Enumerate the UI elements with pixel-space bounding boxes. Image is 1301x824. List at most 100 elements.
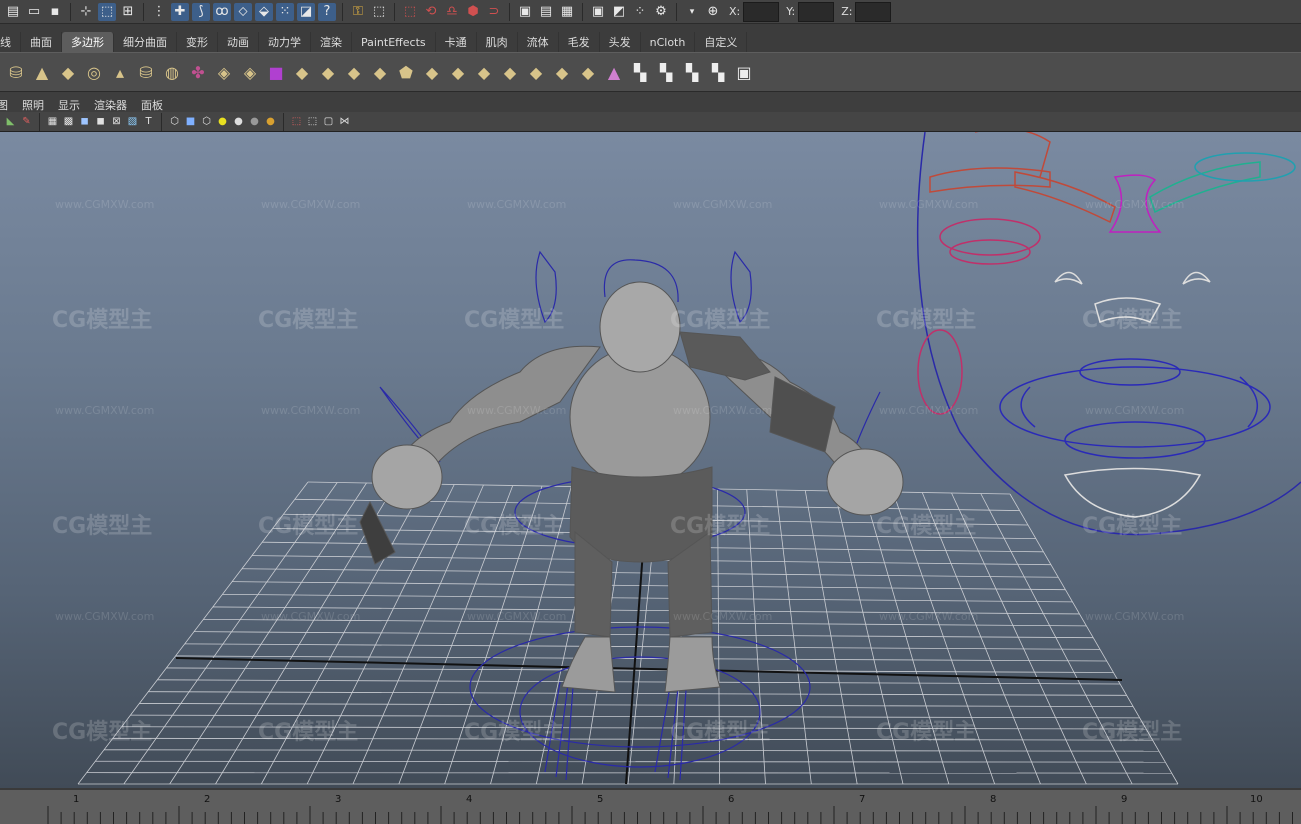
texture-icon[interactable]: ▧ <box>126 115 139 128</box>
cube-c-icon[interactable]: ⬡ <box>200 115 213 128</box>
render-settings-icon[interactable]: ♎ <box>443 3 461 21</box>
clapper-icon[interactable]: ◩ <box>610 3 628 21</box>
tab-surfaces[interactable]: 曲面 <box>21 32 62 52</box>
cone-tool-icon[interactable]: ▲ <box>602 60 626 84</box>
menu-view[interactable]: 视图 <box>0 100 8 112</box>
construction-history-icon[interactable]: ⬚ <box>370 3 388 21</box>
tab-deformation[interactable]: 变形 <box>177 32 218 52</box>
snap-grid-icon[interactable]: ✚ <box>171 2 189 21</box>
hypershade-icon[interactable]: ⬢ <box>464 3 482 21</box>
select-camera-icon[interactable]: ⬚ <box>290 115 303 128</box>
poly-plane-icon[interactable]: ◆ <box>56 60 80 84</box>
smooth-shade-icon[interactable]: ◼ <box>78 115 91 128</box>
combine-icon[interactable]: ✤ <box>186 60 210 84</box>
save-scene-icon[interactable]: ▪ <box>46 3 64 21</box>
toggle-panel-icon[interactable]: ▣ <box>516 3 534 21</box>
tab-painteffects[interactable]: PaintEffects <box>352 32 436 52</box>
tab-ncloth[interactable]: nCloth <box>641 32 696 52</box>
tab-hair[interactable]: 头发 <box>600 32 641 52</box>
uv-unfold-icon[interactable]: ▚ <box>680 60 704 84</box>
tab-subdiv[interactable]: 细分曲面 <box>114 32 177 52</box>
lock-selection-icon[interactable]: ⋮ <box>150 3 168 21</box>
split-icon[interactable]: ⬟ <box>394 60 418 84</box>
numeric-input-icon[interactable]: ⊕ <box>704 3 722 21</box>
snap-plane-icon[interactable]: ⬦ <box>234 2 252 21</box>
render-view-icon[interactable]: ▣ <box>589 3 607 21</box>
extrude-face-icon[interactable]: ◆ <box>290 60 314 84</box>
menu-panels[interactable]: 面板 <box>141 100 163 112</box>
menu-renderer[interactable]: 渲染器 <box>94 100 127 112</box>
cut-faces-icon[interactable]: ◆ <box>446 60 470 84</box>
grid-toggle-icon[interactable]: ▦ <box>46 115 59 128</box>
magnet-icon[interactable]: ⊃ <box>485 3 503 21</box>
collapse-icon[interactable]: ◆ <box>498 60 522 84</box>
tab-curves[interactable]: 线 <box>0 32 21 52</box>
tab-toon[interactable]: 卡通 <box>436 32 477 52</box>
gear-icon[interactable]: ⚙ <box>652 3 670 21</box>
field-chart-icon[interactable]: ⋈ <box>338 115 351 128</box>
render-frame-icon[interactable]: ⬚ <box>401 3 419 21</box>
sphere-white-icon[interactable]: ● <box>232 115 245 128</box>
lights-icon[interactable]: T <box>142 115 155 128</box>
merge-icon[interactable]: ◆ <box>472 60 496 84</box>
smooth-icon[interactable]: ◈ <box>238 60 262 84</box>
tab-custom[interactable]: 自定义 <box>695 32 748 52</box>
help-icon[interactable]: ? <box>318 2 336 21</box>
sphere-yellow-icon[interactable]: ● <box>216 115 229 128</box>
offset-loop-icon[interactable]: ◆ <box>550 60 574 84</box>
tab-fur[interactable]: 毛发 <box>559 32 600 52</box>
triangulate-icon[interactable]: ◆ <box>576 60 600 84</box>
insert-loop-icon[interactable]: ◆ <box>524 60 548 84</box>
cube-b-icon[interactable]: ■ <box>184 115 197 128</box>
poly-pyramid-icon[interactable]: ▴ <box>108 60 132 84</box>
menu-lighting[interactable]: 照明 <box>22 100 44 112</box>
snap-curve-icon[interactable]: ⟆ <box>192 2 210 21</box>
tab-rendering[interactable]: 渲染 <box>311 32 352 52</box>
tab-fluids[interactable]: 流体 <box>518 32 559 52</box>
flat-shade-icon[interactable]: ◼ <box>94 115 107 128</box>
select-component-icon[interactable]: ⊞ <box>119 3 137 21</box>
open-scene-icon[interactable]: ▭ <box>25 3 43 21</box>
perspective-viewport[interactable]: CG模型主 CG模型主 CG模型主 CG模型主 CG模型主 CG模型主 CG模型… <box>0 132 1301 788</box>
sphere-gray-icon[interactable]: ● <box>248 115 261 128</box>
dotted-icon[interactable]: ⁘ <box>631 3 649 21</box>
uv-checker-icon[interactable]: ▚ <box>628 60 652 84</box>
tab-polygons[interactable]: 多边形 <box>62 32 114 52</box>
time-slider[interactable]: 1 2 3 4 5 6 7 8 9 10 <box>0 788 1301 824</box>
channel-box-icon[interactable]: ▦ <box>558 3 576 21</box>
select-hierarchy-icon[interactable]: ⊹ <box>77 3 95 21</box>
append-icon[interactable]: ◆ <box>368 60 392 84</box>
snap-live-icon[interactable]: ⬙ <box>255 2 273 21</box>
poly-torus-icon[interactable]: ◎ <box>82 60 106 84</box>
wireframe-icon[interactable]: ▩ <box>62 115 75 128</box>
extrude-edge-icon[interactable]: ◆ <box>316 60 340 84</box>
snap-surface-icon[interactable]: ◪ <box>297 2 315 21</box>
resolution-gate-icon[interactable]: ▢ <box>322 115 335 128</box>
film-gate-icon[interactable]: ⬚ <box>306 115 319 128</box>
cube-a-icon[interactable]: ⬡ <box>168 115 181 128</box>
bevel-icon[interactable]: ◆ <box>420 60 444 84</box>
new-scene-icon[interactable]: ▤ <box>4 3 22 21</box>
tab-animation[interactable]: 动画 <box>218 32 259 52</box>
snap-point-icon[interactable]: ꝏ <box>213 2 231 21</box>
toggle-attr-icon[interactable]: ▤ <box>537 3 555 21</box>
poly-cylinder-icon[interactable]: ⛁ <box>4 60 28 84</box>
bookmark-icon[interactable]: ✎ <box>20 115 33 128</box>
sculpt-sphere-icon[interactable]: ◍ <box>160 60 184 84</box>
tab-muscle[interactable]: 肌肉 <box>477 32 518 52</box>
sphere-gold-icon[interactable]: ● <box>264 115 277 128</box>
select-object-icon[interactable]: ⬚ <box>98 2 116 21</box>
poly-cone-icon[interactable]: ▲ <box>30 60 54 84</box>
poly-pipe-icon[interactable]: ⛁ <box>134 60 158 84</box>
snap-view-icon[interactable]: ⁙ <box>276 2 294 21</box>
dropdown-arrow-icon[interactable]: ▾ <box>683 3 701 21</box>
bounding-box-icon[interactable]: ⊠ <box>110 115 123 128</box>
separate-icon[interactable]: ◈ <box>212 60 236 84</box>
tab-dynamics[interactable]: 动力学 <box>259 32 311 52</box>
bridge-icon[interactable]: ◆ <box>342 60 366 84</box>
camera-attr-icon[interactable]: ◣ <box>4 115 17 128</box>
uv-editor-icon[interactable]: ▣ <box>732 60 756 84</box>
menu-show[interactable]: 显示 <box>58 100 80 112</box>
x-field[interactable] <box>743 1 780 22</box>
y-field[interactable] <box>798 1 835 22</box>
